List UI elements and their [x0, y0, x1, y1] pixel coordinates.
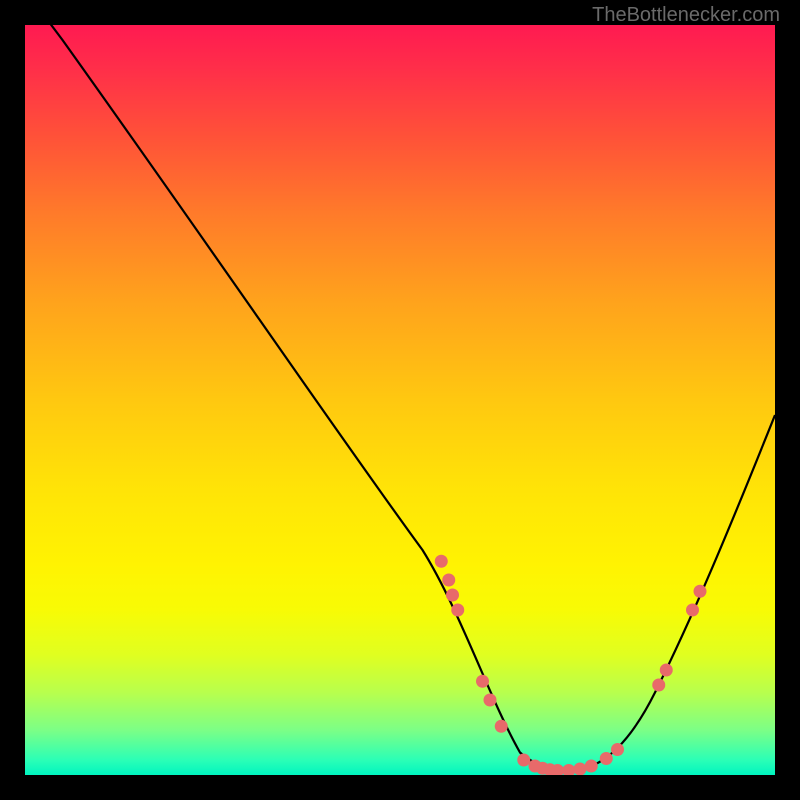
- data-marker: [660, 664, 673, 677]
- attribution-text: TheBottlenecker.com: [592, 4, 780, 27]
- data-marker: [585, 760, 598, 773]
- data-marker: [694, 585, 707, 598]
- data-marker: [517, 754, 530, 767]
- data-marker: [574, 763, 587, 776]
- data-marker: [476, 675, 489, 688]
- data-marker: [451, 604, 464, 617]
- data-marker: [652, 679, 665, 692]
- data-marker: [495, 720, 508, 733]
- curve-line: [40, 25, 775, 771]
- data-marker: [484, 694, 497, 707]
- data-marker: [446, 589, 459, 602]
- data-marker: [686, 604, 699, 617]
- plot-area: [25, 25, 775, 775]
- data-marker: [442, 574, 455, 587]
- chart-svg: [25, 25, 775, 775]
- data-marker: [562, 764, 575, 775]
- data-marker: [600, 752, 613, 765]
- data-marker: [611, 743, 624, 756]
- data-markers: [435, 555, 707, 775]
- data-marker: [435, 555, 448, 568]
